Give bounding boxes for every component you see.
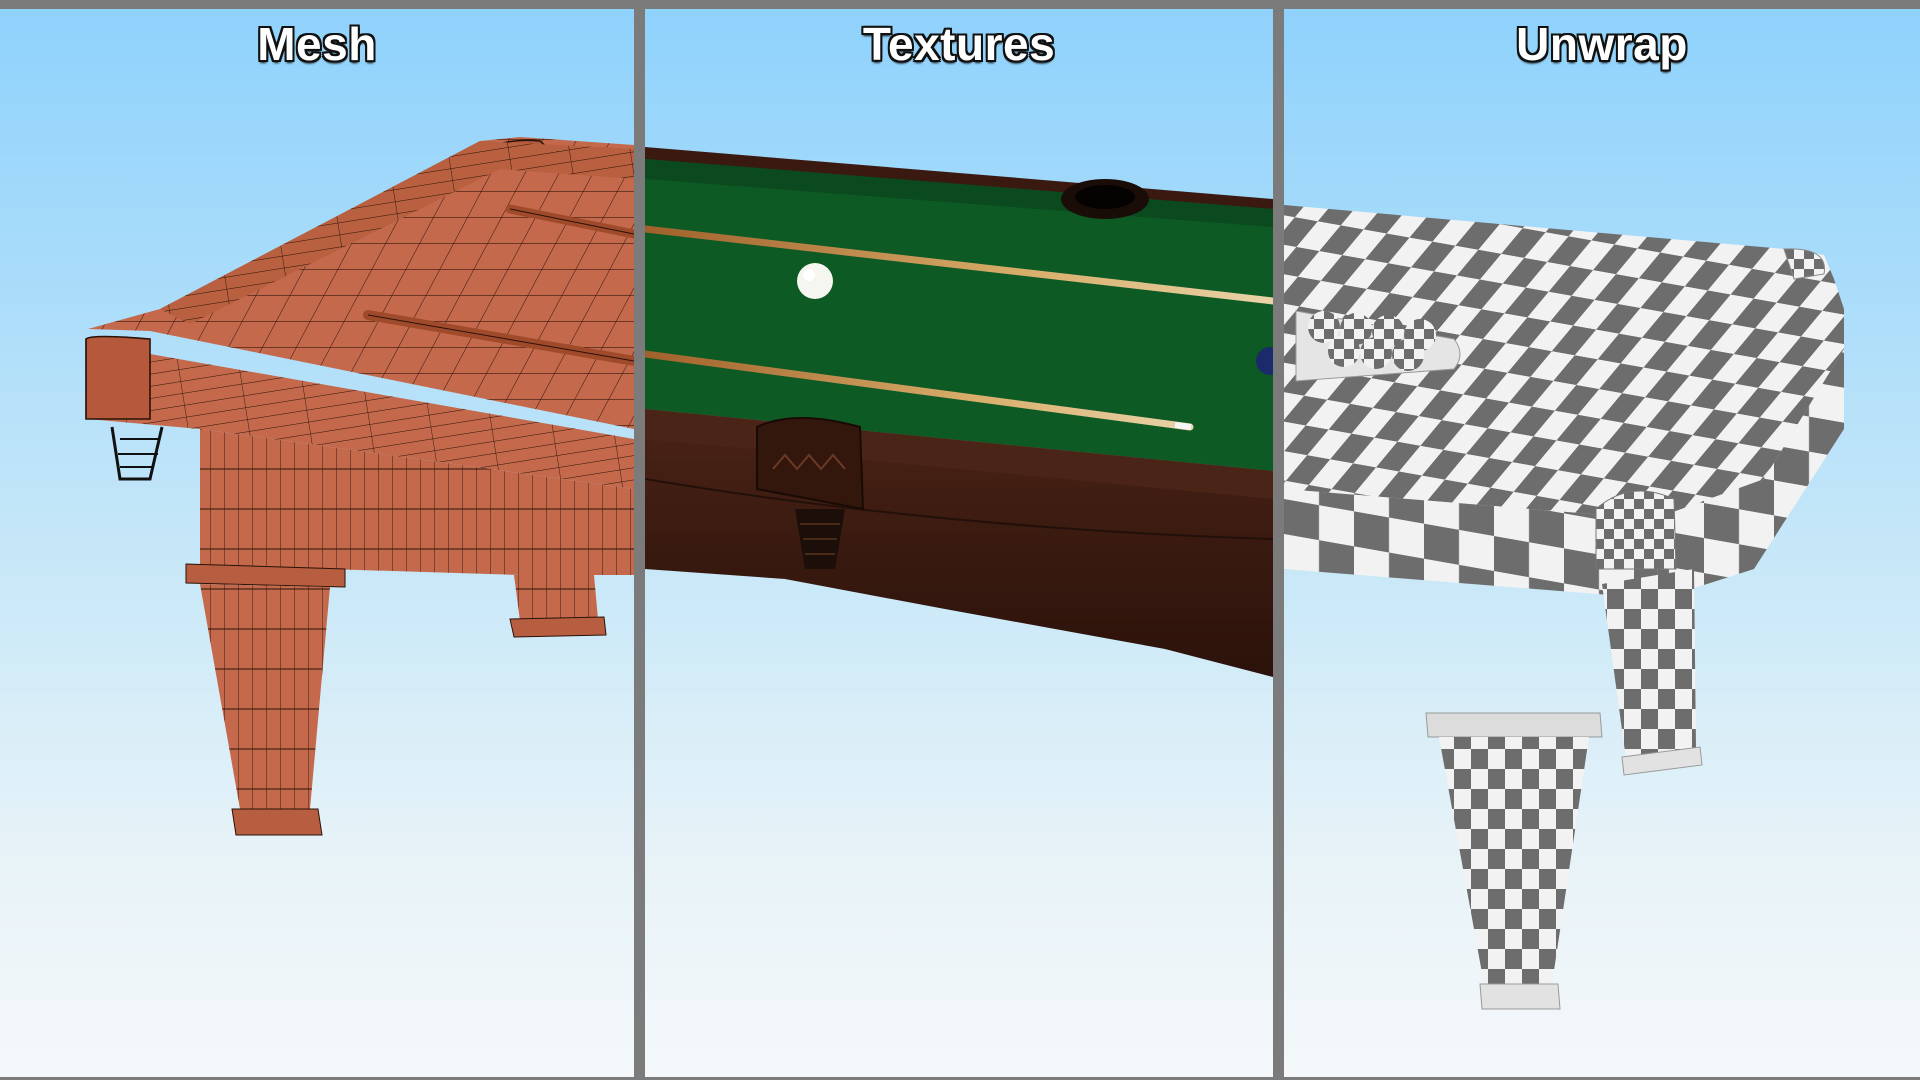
cue-ball: [797, 263, 833, 299]
mesh-leg-front: [185, 563, 346, 836]
unwrap-panel: Unwrap: [1284, 9, 1920, 1077]
mesh-panel: Mesh: [0, 9, 634, 1077]
textures-title: Textures: [862, 18, 1056, 70]
checker-leg-front: [1425, 712, 1603, 1010]
unwrap-title: Unwrap: [1516, 18, 1688, 70]
wireframe-table-render: [85, 137, 634, 836]
textures-panel: Textures: [645, 9, 1273, 1077]
mesh-title: Mesh: [257, 18, 377, 70]
checker-leg-back: [1602, 569, 1703, 776]
textured-table-render: [645, 147, 1273, 677]
checker-table-render: [1284, 205, 1844, 1010]
mesh-leg-back: [509, 575, 607, 638]
